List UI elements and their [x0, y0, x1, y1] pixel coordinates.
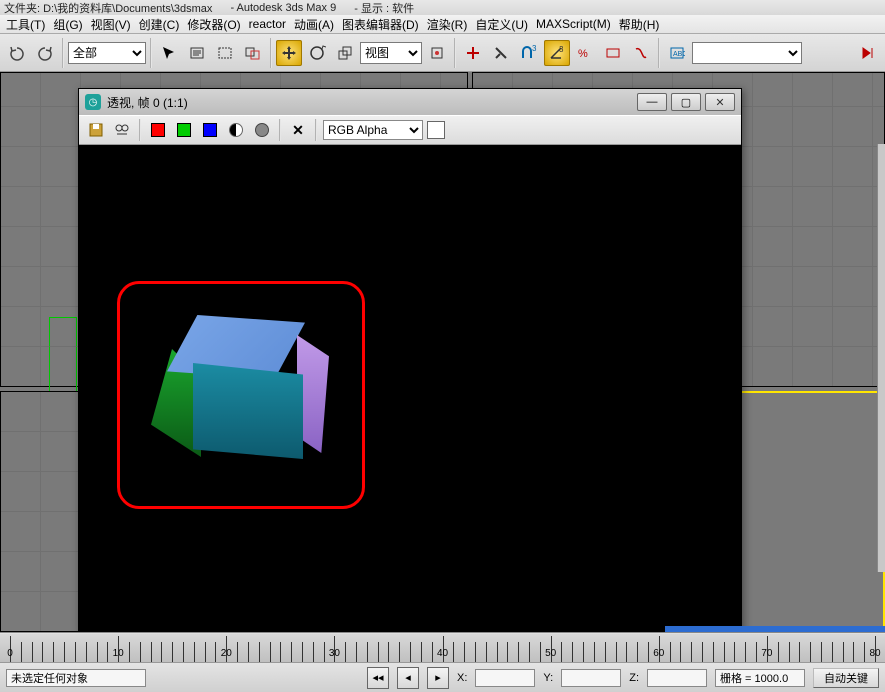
render-window-icon: ◷: [85, 94, 101, 110]
svg-text:3: 3: [559, 45, 564, 54]
named-sel-combo-button[interactable]: ABC: [664, 40, 690, 66]
z-coord-field[interactable]: [647, 669, 707, 687]
manipulate-button[interactable]: [460, 40, 486, 66]
select-and-move-button[interactable]: [276, 40, 302, 66]
render-window-toolbar: ✕ RGB Alpha: [79, 115, 741, 145]
y-label: Y:: [543, 672, 553, 684]
menu-maxscript[interactable]: MAXScript(M): [532, 17, 615, 31]
green-channel-button[interactable]: [173, 119, 195, 141]
select-object-button[interactable]: [156, 40, 182, 66]
clone-window-button[interactable]: [111, 119, 133, 141]
x-label: X:: [457, 672, 467, 684]
goto-end-button[interactable]: [855, 40, 881, 66]
play-button[interactable]: ▸: [427, 667, 449, 689]
minimize-button[interactable]: —: [637, 93, 667, 111]
edit-named-sel-button[interactable]: [628, 40, 654, 66]
redo-button[interactable]: [32, 40, 58, 66]
grid-field: 栅格 = 1000.0: [715, 669, 805, 687]
menu-create[interactable]: 创建(C): [135, 16, 184, 33]
annotation-highlight: [117, 281, 365, 509]
blue-channel-button[interactable]: [199, 119, 221, 141]
title-path: 文件夹: D:\我的资料库\Documents\3dsmax: [4, 0, 212, 16]
spinner-snap-button[interactable]: [600, 40, 626, 66]
y-coord-field[interactable]: [561, 669, 621, 687]
menu-tools[interactable]: 工具(T): [2, 16, 49, 33]
rect-select-button[interactable]: [212, 40, 238, 66]
undo-button[interactable]: [4, 40, 30, 66]
render-frame-window: ◷ 透视, 帧 0 (1:1) — ▢ ✕ ✕ RGB Alpha: [78, 88, 742, 633]
ref-coord-combo[interactable]: 视图: [360, 42, 422, 64]
render-canvas[interactable]: [79, 145, 741, 632]
z-label: Z:: [629, 672, 639, 684]
play-start-button[interactable]: ◂◂: [367, 667, 389, 689]
menu-graph[interactable]: 图表编辑器(D): [338, 16, 423, 33]
mono-channel-button[interactable]: [251, 119, 273, 141]
clear-button[interactable]: ✕: [287, 119, 309, 141]
menu-modifiers[interactable]: 修改器(O): [183, 16, 244, 33]
time-ruler[interactable]: 01020304050607080: [0, 634, 885, 662]
color-swatch[interactable]: [427, 121, 445, 139]
named-sel-combo[interactable]: [692, 42, 802, 64]
menu-customize[interactable]: 自定义(U): [471, 16, 532, 33]
window-crossing-button[interactable]: [240, 40, 266, 66]
angle-snap-button[interactable]: 3: [544, 40, 570, 66]
play-prev-button[interactable]: ◂: [397, 667, 419, 689]
menu-reactor[interactable]: reactor: [245, 17, 290, 31]
menu-animation[interactable]: 动画(A): [290, 16, 338, 33]
render-window-titlebar[interactable]: ◷ 透视, 帧 0 (1:1) — ▢ ✕: [79, 89, 741, 115]
autokey-button[interactable]: 自动关键: [813, 668, 879, 688]
x-coord-field[interactable]: [475, 669, 535, 687]
pivot-center-button[interactable]: [424, 40, 450, 66]
select-and-scale-button[interactable]: [332, 40, 358, 66]
command-panel-edge: [877, 144, 885, 572]
menu-help[interactable]: 帮助(H): [615, 16, 664, 33]
menu-view[interactable]: 视图(V): [87, 16, 135, 33]
save-image-button[interactable]: [85, 119, 107, 141]
menu-group[interactable]: 组(G): [49, 16, 86, 33]
status-bar: 未选定任何对象 ◂◂ ◂ ▸ X: Y: Z: 栅格 = 1000.0 自动关键: [0, 662, 885, 692]
alpha-channel-button[interactable]: [225, 119, 247, 141]
select-by-name-button[interactable]: [184, 40, 210, 66]
snap-toggle-button[interactable]: 3: [516, 40, 542, 66]
svg-text:3: 3: [532, 44, 537, 53]
app-titlebar: 文件夹: D:\我的资料库\Documents\3dsmax - Autodes…: [0, 0, 885, 15]
render-window-title: 透视, 帧 0 (1:1): [107, 94, 633, 111]
svg-text:ABC: ABC: [673, 51, 685, 58]
menu-bar: 工具(T) 组(G) 视图(V) 创建(C) 修改器(O) reactor 动画…: [0, 15, 885, 34]
menu-render[interactable]: 渲染(R): [423, 16, 472, 33]
percent-snap-button[interactable]: %: [572, 40, 598, 66]
red-channel-button[interactable]: [147, 119, 169, 141]
selection-status: 未选定任何对象: [6, 669, 146, 687]
close-button[interactable]: ✕: [705, 93, 735, 111]
select-and-rotate-button[interactable]: [304, 40, 330, 66]
title-display: - 显示 : 软件: [354, 0, 414, 16]
timeline[interactable]: 01020304050607080: [0, 632, 885, 662]
svg-text:%: %: [578, 48, 588, 60]
main-toolbar: 全部 视图 3 3 % ABC: [0, 34, 885, 72]
selection-filter-combo[interactable]: 全部: [68, 42, 146, 64]
title-app: - Autodesk 3ds Max 9: [230, 2, 336, 14]
channel-select[interactable]: RGB Alpha: [323, 120, 423, 140]
keyboard-shortcut-button[interactable]: [488, 40, 514, 66]
maximize-button[interactable]: ▢: [671, 93, 701, 111]
